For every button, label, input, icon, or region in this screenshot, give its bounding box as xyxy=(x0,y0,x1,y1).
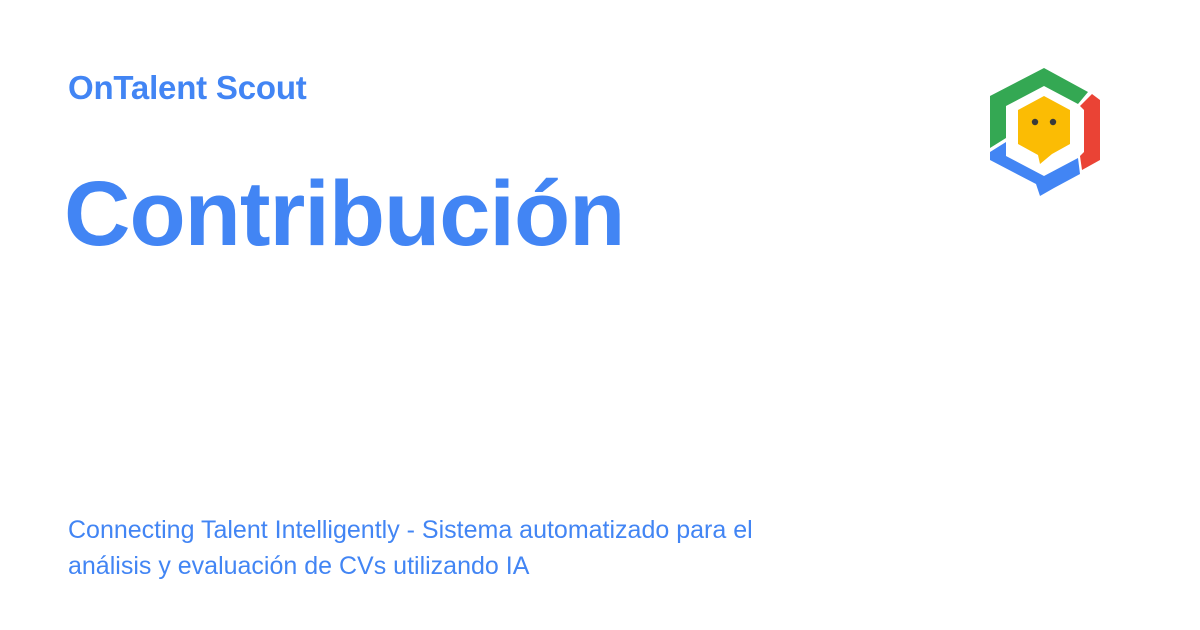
description-line-2: análisis y evaluación de CVs utilizando … xyxy=(68,552,530,580)
logo-red-segment xyxy=(1080,94,1100,170)
page-title: Contribución xyxy=(64,163,625,265)
hexagon-chat-bot-icon xyxy=(990,68,1100,196)
site-name: OnTalent Scout xyxy=(68,69,307,106)
logo-eye-left xyxy=(1031,118,1039,126)
logo-yellow-bubble xyxy=(1018,96,1070,164)
description-line-1: Connecting Talent Intelligently - Sistem… xyxy=(68,516,753,544)
logo-eye-right xyxy=(1049,118,1057,126)
social-card: OnTalent Scout Contribución Connecting T… xyxy=(0,0,1200,630)
page-description: Connecting Talent Intelligently - Sistem… xyxy=(68,512,868,584)
